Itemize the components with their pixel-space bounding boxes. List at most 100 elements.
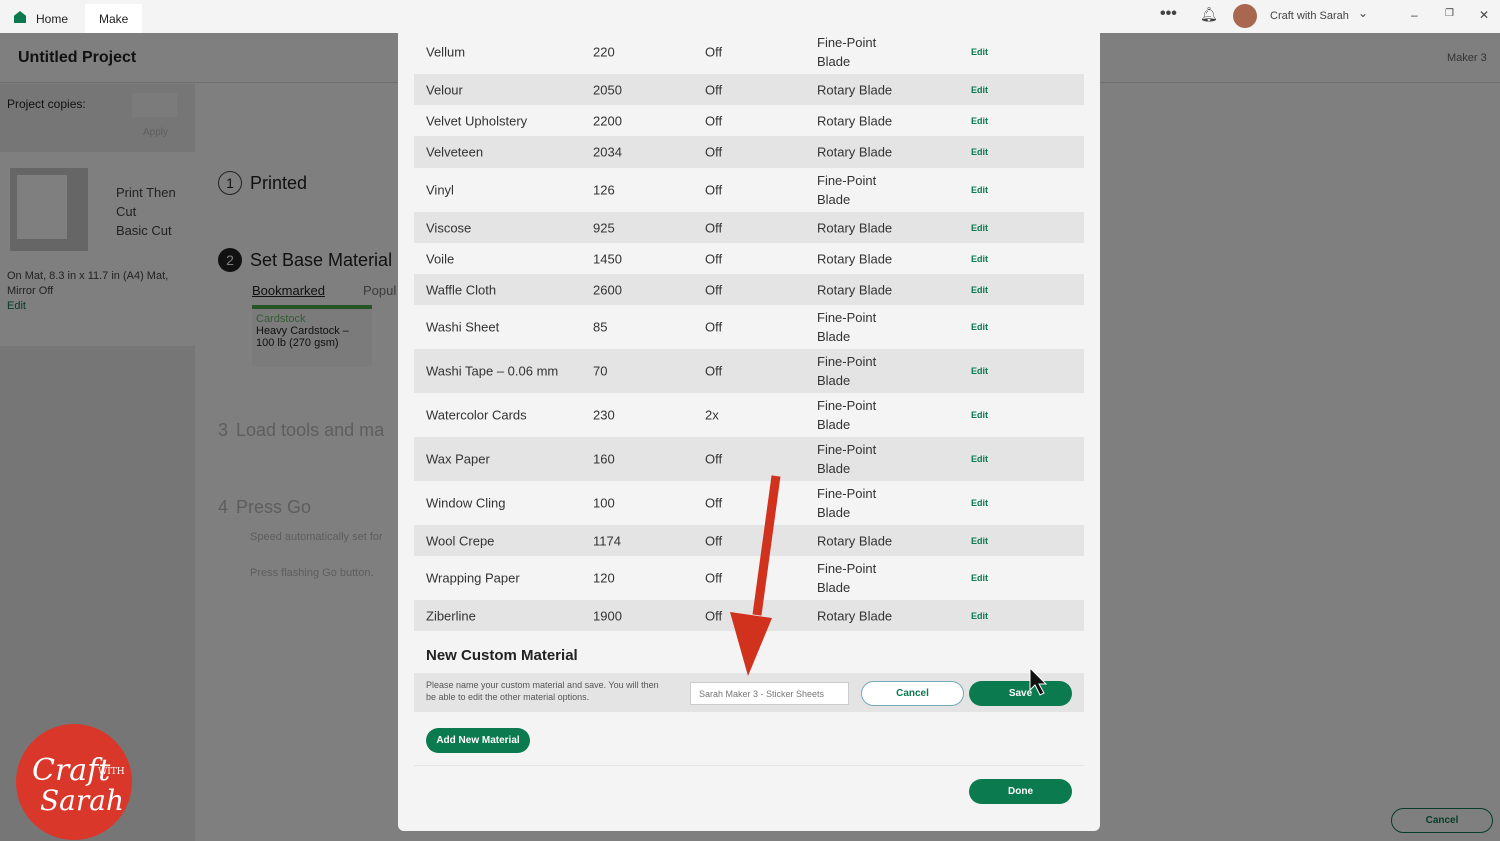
edit-material-link[interactable]: Edit [971,366,988,376]
material-pressure: 70 [593,363,608,379]
materials-dialog: Vellum 220 Off Fine-Point Blade Edit Vel… [398,33,1100,831]
material-multicut: Off [705,144,723,160]
material-row: Velour 2050 Off Rotary Blade Edit [414,74,1084,105]
material-blade: Rotary Blade [817,608,893,623]
material-blade: Rotary Blade [817,220,893,235]
edit-material-link[interactable]: Edit [971,573,988,583]
edit-material-link[interactable]: Edit [971,322,988,332]
material-blade: Rotary Blade [817,251,893,266]
material-name-input[interactable] [690,682,849,705]
material-multicut: 2x [705,407,719,423]
material-multicut: Off [705,495,723,511]
material-pressure: 2200 [593,113,622,128]
material-blade: Fine-Point Blade [817,310,877,344]
material-row: Wool Crepe 1174 Off Rotary Blade Edit [414,525,1084,556]
edit-material-link[interactable]: Edit [971,536,988,546]
material-multicut: Off [705,282,723,297]
edit-material-link[interactable]: Edit [971,147,988,157]
material-name: Viscose [426,220,472,235]
material-blade: Rotary Blade [817,113,893,128]
save-button[interactable]: Save [969,681,1072,706]
material-multicut: Off [705,82,723,97]
title-bar: Home Make ••• 🔔︎ Craft with Sarah ⌄ – ❐ … [0,0,1500,33]
material-name: Waffle Cloth [426,282,497,297]
material-multicut: Off [705,113,723,128]
user-name[interactable]: Craft with Sarah [1270,10,1349,22]
material-pressure: 126 [593,182,615,198]
material-pressure: 85 [593,319,608,335]
material-name: Velour [426,82,463,97]
material-multicut: Off [705,608,723,623]
material-name: Ziberline [426,608,476,623]
material-name: Wool Crepe [426,533,495,548]
material-row: Waffle Cloth 2600 Off Rotary Blade Edit [414,274,1084,305]
add-new-material-button[interactable]: Add New Material [426,728,530,753]
material-multicut: Off [705,363,723,379]
material-multicut: Off [705,182,723,198]
tab-make[interactable]: Make [85,4,143,33]
material-name: Voile [426,251,455,266]
material-pressure: 220 [593,44,615,60]
material-blade: Fine-Point Blade [817,442,877,476]
cancel-button[interactable]: Cancel [861,681,964,706]
edit-material-link[interactable]: Edit [971,47,988,57]
material-pressure: 925 [593,220,615,235]
material-name: Washi Tape – 0.06 mm [426,363,559,379]
material-multicut: Off [705,533,723,548]
material-row: Velveteen 2034 Off Rotary Blade Edit [414,136,1084,168]
custom-help: Please name your custom material and sav… [426,680,659,702]
material-blade: Fine-Point Blade [817,486,877,520]
material-pressure: 1174 [593,533,621,548]
edit-material-link[interactable]: Edit [971,498,988,508]
material-pressure: 2600 [593,282,622,297]
material-name: Wax Paper [426,451,490,467]
material-row: Voile 1450 Off Rotary Blade Edit [414,243,1084,274]
material-name: Wrapping Paper [426,570,520,586]
material-blade: Rotary Blade [817,144,893,160]
material-name: Watercolor Cards [426,407,527,423]
material-blade: Fine-Point Blade [817,398,877,432]
bell-icon[interactable]: 🔔︎ [1200,6,1218,23]
material-row: Wax Paper 160 Off Fine-Point Blade Edit [414,437,1084,481]
material-blade: Fine-Point Blade [817,35,877,69]
material-multicut: Off [705,319,723,335]
material-row: Washi Sheet 85 Off Fine-Point Blade Edit [414,305,1084,349]
material-row: Vinyl 126 Off Fine-Point Blade Edit [414,168,1084,212]
edit-material-link[interactable]: Edit [971,454,988,464]
material-name: Vellum [426,44,466,60]
material-row: Velvet Upholstery 2200 Off Rotary Blade … [414,105,1084,136]
chevron-down-icon[interactable]: ⌄ [1358,6,1368,20]
edit-material-link[interactable]: Edit [971,85,988,95]
close-icon[interactable]: ✕ [1479,8,1489,22]
edit-material-link[interactable]: Edit [971,223,988,233]
edit-material-link[interactable]: Edit [971,611,988,621]
material-name: Velveteen [426,144,484,160]
material-row: Wrapping Paper 120 Off Fine-Point Blade … [414,556,1084,600]
material-pressure: 1900 [593,608,622,623]
material-row: Viscose 925 Off Rotary Blade Edit [414,212,1084,243]
material-row: Watercolor Cards 230 2x Fine-Point Blade… [414,393,1084,437]
material-multicut: Off [705,570,723,586]
tab-home[interactable]: Home [22,4,82,33]
avatar[interactable] [1233,4,1257,28]
material-pressure: 2050 [593,82,622,97]
material-pressure: 120 [593,570,615,586]
material-blade: Rotary Blade [817,82,893,97]
material-pressure: 1450 [593,251,622,266]
edit-material-link[interactable]: Edit [971,185,988,195]
custom-title: New Custom Material [426,647,578,664]
restore-icon[interactable]: ❐ [1445,8,1454,19]
edit-material-link[interactable]: Edit [971,410,988,420]
more-icon[interactable]: ••• [1160,5,1177,23]
material-multicut: Off [705,220,723,235]
edit-material-link[interactable]: Edit [971,116,988,126]
material-name: Window Cling [426,495,506,511]
minimize-icon[interactable]: – [1411,8,1418,22]
edit-material-link[interactable]: Edit [971,254,988,264]
material-blade: Rotary Blade [817,533,893,548]
material-pressure: 230 [593,407,615,423]
material-blade: Fine-Point Blade [817,354,877,388]
material-name: Vinyl [426,182,454,198]
edit-material-link[interactable]: Edit [971,285,988,295]
done-button[interactable]: Done [969,779,1072,804]
